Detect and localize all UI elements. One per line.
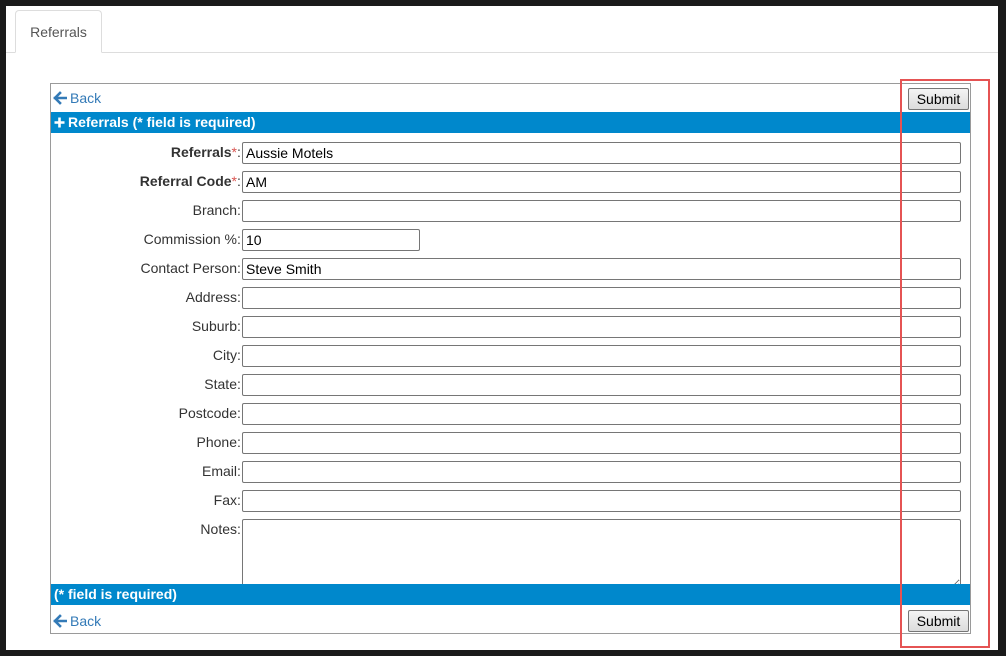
form-footer-bar: (* field is required) (51, 584, 970, 605)
fax-input[interactable] (242, 490, 961, 512)
row-address: Address : (51, 285, 970, 309)
field-label-referral-code: Referral Code* (139, 173, 237, 189)
row-state: State : (51, 372, 970, 396)
back-link-label: Back (70, 613, 102, 629)
referral-form-panel: Back Submit Referrals (* field is requir… (50, 83, 971, 634)
row-contact-person: Contact Person : (51, 256, 970, 280)
row-commission: Commission % : (51, 227, 970, 251)
address-input[interactable] (242, 287, 961, 309)
city-input[interactable] (242, 345, 961, 367)
postcode-input[interactable] (242, 403, 961, 425)
referrals-input[interactable] (242, 142, 961, 164)
field-label-state: State (204, 376, 237, 392)
field-label-postcode: Postcode (178, 405, 237, 421)
referral-code-input[interactable] (242, 171, 961, 193)
row-email: Email : (51, 459, 970, 483)
back-link-top[interactable]: Back (53, 89, 101, 107)
field-label-branch: Branch (192, 202, 237, 218)
commission-input[interactable] (242, 229, 420, 251)
email-input[interactable] (242, 461, 961, 483)
submit-button-bottom[interactable]: Submit (908, 610, 969, 632)
branch-input[interactable] (242, 200, 961, 222)
field-label-email: Email (201, 463, 237, 479)
phone-input[interactable] (242, 432, 961, 454)
form-header-bar: Referrals (* field is required) (51, 112, 970, 133)
notes-textarea[interactable] (242, 519, 961, 589)
field-label-referrals: Referrals* (170, 144, 237, 160)
tab-bar-line (6, 52, 998, 53)
field-label-fax: Fax (213, 492, 237, 508)
field-label-notes: Notes (200, 521, 237, 537)
field-label-suburb: Suburb (191, 318, 237, 334)
submit-button-top[interactable]: Submit (908, 88, 969, 110)
row-notes: Notes : (51, 517, 970, 589)
suburb-input[interactable] (242, 316, 961, 338)
row-phone: Phone : (51, 430, 970, 454)
state-input[interactable] (242, 374, 961, 396)
row-fax: Fax : (51, 488, 970, 512)
window-frame: Referrals Back Submit Referrals (* field… (0, 0, 1006, 656)
field-label-city: City (212, 347, 237, 363)
field-label-address: Address (185, 289, 237, 305)
tab-referrals[interactable]: Referrals (15, 10, 102, 53)
field-label-contact-person: Contact Person (140, 260, 238, 276)
row-referral-code: Referral Code* : (51, 169, 970, 193)
form-footer-title: (* field is required) (54, 586, 177, 602)
form-header-title: Referrals (* field is required) (68, 114, 256, 130)
arrow-left-icon (53, 91, 67, 105)
row-referrals: Referrals* : (51, 140, 970, 164)
row-branch: Branch : (51, 198, 970, 222)
back-link-label: Back (70, 90, 102, 106)
arrow-left-icon (53, 614, 67, 628)
row-suburb: Suburb : (51, 314, 970, 338)
back-link-bottom[interactable]: Back (53, 612, 101, 630)
row-postcode: Postcode : (51, 401, 970, 425)
row-city: City : (51, 343, 970, 367)
contact-person-input[interactable] (242, 258, 961, 280)
field-label-commission: Commission % (143, 231, 237, 247)
plus-icon (54, 117, 65, 128)
field-label-phone: Phone (196, 434, 237, 450)
